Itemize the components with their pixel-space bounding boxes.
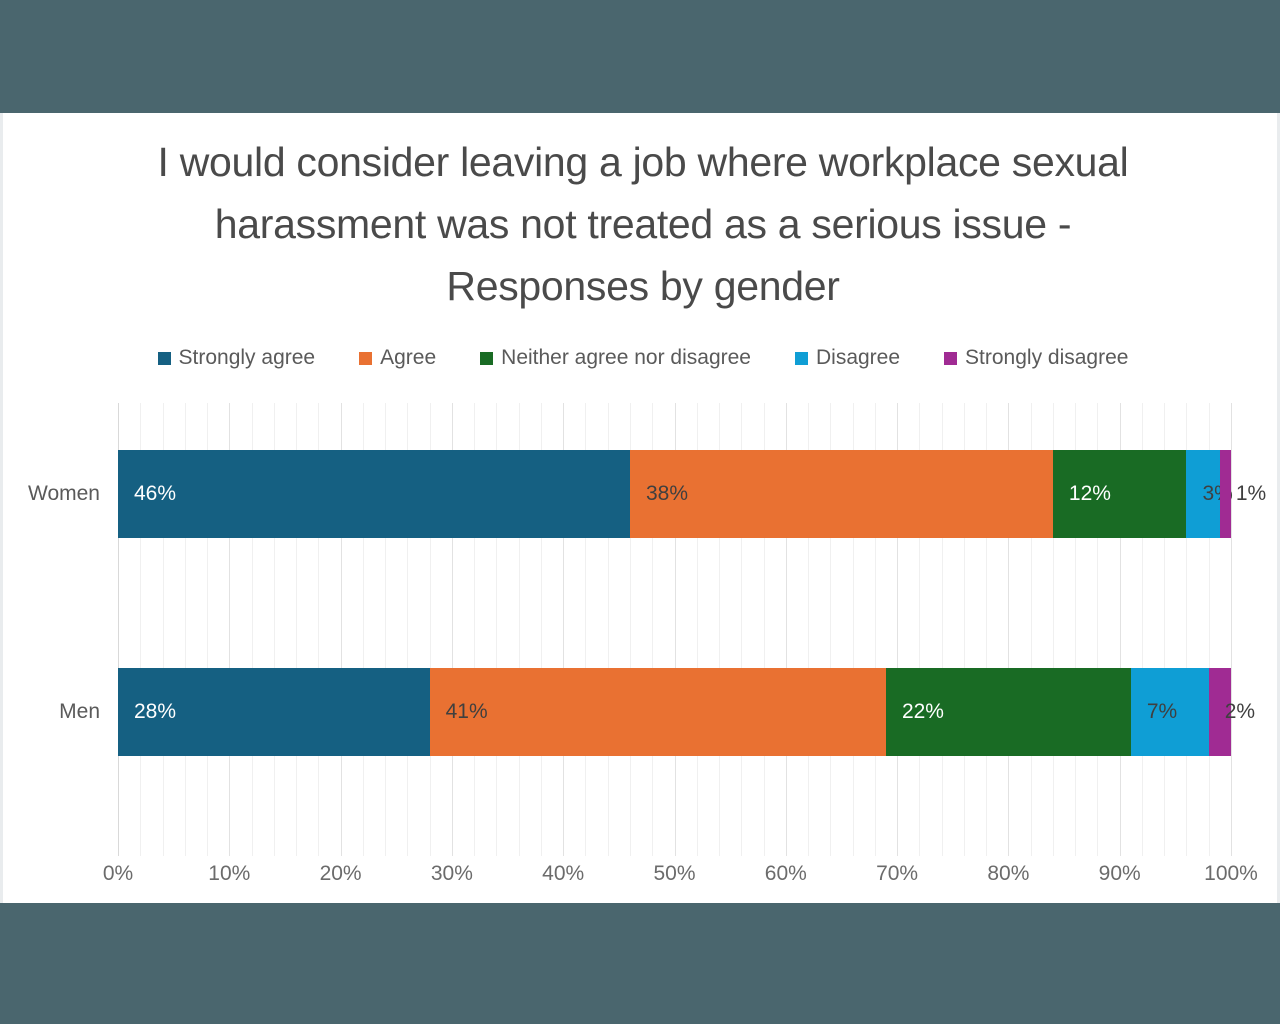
category-label-men: Men bbox=[59, 700, 100, 723]
x-tick-label: 30% bbox=[430, 862, 473, 885]
x-tick-label: 40% bbox=[542, 862, 585, 885]
legend-item-label: Strongly agree bbox=[178, 346, 316, 369]
bar-segment[interactable]: 2% bbox=[1208, 668, 1255, 756]
bar-segment[interactable]: 46% bbox=[118, 450, 630, 538]
bar-segment-label: 28% bbox=[134, 700, 177, 723]
legend-item[interactable]: Agree bbox=[359, 346, 436, 370]
bar-segment[interactable]: 12% bbox=[1052, 450, 1187, 538]
bar-row-women: 46% 38% 12% 3% 1% bbox=[118, 450, 1266, 538]
x-tick-label: 60% bbox=[764, 862, 807, 885]
slide-viewer: I would consider leaving a job where wor… bbox=[0, 0, 1280, 1024]
y-axis: Women Men bbox=[3, 403, 118, 856]
legend-item-label: Neither agree nor disagree bbox=[501, 346, 751, 369]
chart-title: I would consider leaving a job where wor… bbox=[157, 139, 1129, 309]
legend-item-label: Strongly disagree bbox=[965, 346, 1129, 369]
slide-canvas: I would consider leaving a job where wor… bbox=[0, 113, 1280, 903]
x-tick-label: 20% bbox=[319, 862, 362, 885]
gridline-major bbox=[1231, 403, 1232, 856]
category-label-women: Women bbox=[28, 482, 100, 505]
bar-segment-label: 38% bbox=[645, 482, 688, 505]
plot-area: 46% 38% 12% 3% 1% 28% 41% 22% 7% 2% bbox=[118, 403, 1266, 856]
x-tick-label: 50% bbox=[653, 862, 696, 885]
chart-legend: Strongly agree Agree Neither agree nor dis… bbox=[3, 346, 1280, 370]
legend-item[interactable]: Neither agree nor disagree bbox=[480, 346, 751, 370]
bar-segment[interactable]: 3% bbox=[1186, 450, 1233, 538]
legend-swatch-icon bbox=[480, 351, 494, 365]
x-tick-label: 10% bbox=[208, 862, 251, 885]
bar-segment[interactable]: 7% bbox=[1130, 668, 1209, 756]
bar-segment[interactable]: 38% bbox=[629, 450, 1053, 538]
legend-item[interactable]: Strongly agree bbox=[157, 346, 316, 370]
legend-item[interactable]: Disagree bbox=[794, 346, 901, 370]
x-tick-label: 70% bbox=[876, 862, 919, 885]
legend-swatch-icon bbox=[794, 351, 808, 365]
bar-segment-label: 22% bbox=[901, 700, 944, 723]
x-tick-label: 0% bbox=[102, 862, 134, 885]
legend-swatch-icon bbox=[944, 351, 958, 365]
x-tick-label: 90% bbox=[1098, 862, 1141, 885]
bar-segment-label: 1% bbox=[1235, 482, 1267, 505]
bar-row-men: 28% 41% 22% 7% 2% bbox=[118, 668, 1255, 756]
legend-item-label: Disagree bbox=[815, 346, 901, 369]
x-tick-label: 100% bbox=[1204, 862, 1258, 885]
bar-segment[interactable]: 22% bbox=[885, 668, 1131, 756]
bar-segment[interactable]: 41% bbox=[429, 668, 886, 756]
bar-segment-label: 12% bbox=[1068, 482, 1111, 505]
stacked-bar-chart: I would consider leaving a job where wor… bbox=[3, 113, 1277, 903]
bar-segment-label: 7% bbox=[1146, 700, 1178, 723]
bar-segment-label: 2% bbox=[1224, 700, 1256, 723]
legend-item[interactable]: Strongly disagree bbox=[944, 346, 1128, 370]
x-tick-label: 80% bbox=[987, 862, 1030, 885]
bar-segment-label: 41% bbox=[445, 700, 488, 723]
bar-segment[interactable]: 1% bbox=[1219, 450, 1266, 538]
legend-swatch-icon bbox=[359, 351, 373, 365]
legend-swatch-icon bbox=[157, 351, 171, 365]
bar-segment-label: 46% bbox=[134, 482, 177, 505]
legend-item-label: Agree bbox=[380, 346, 437, 369]
x-axis: 0% 10% 20% 30% 40% 50% 60% 70% 80% 90% 100% bbox=[103, 862, 1258, 902]
bar-segment[interactable]: 28% bbox=[118, 668, 430, 756]
